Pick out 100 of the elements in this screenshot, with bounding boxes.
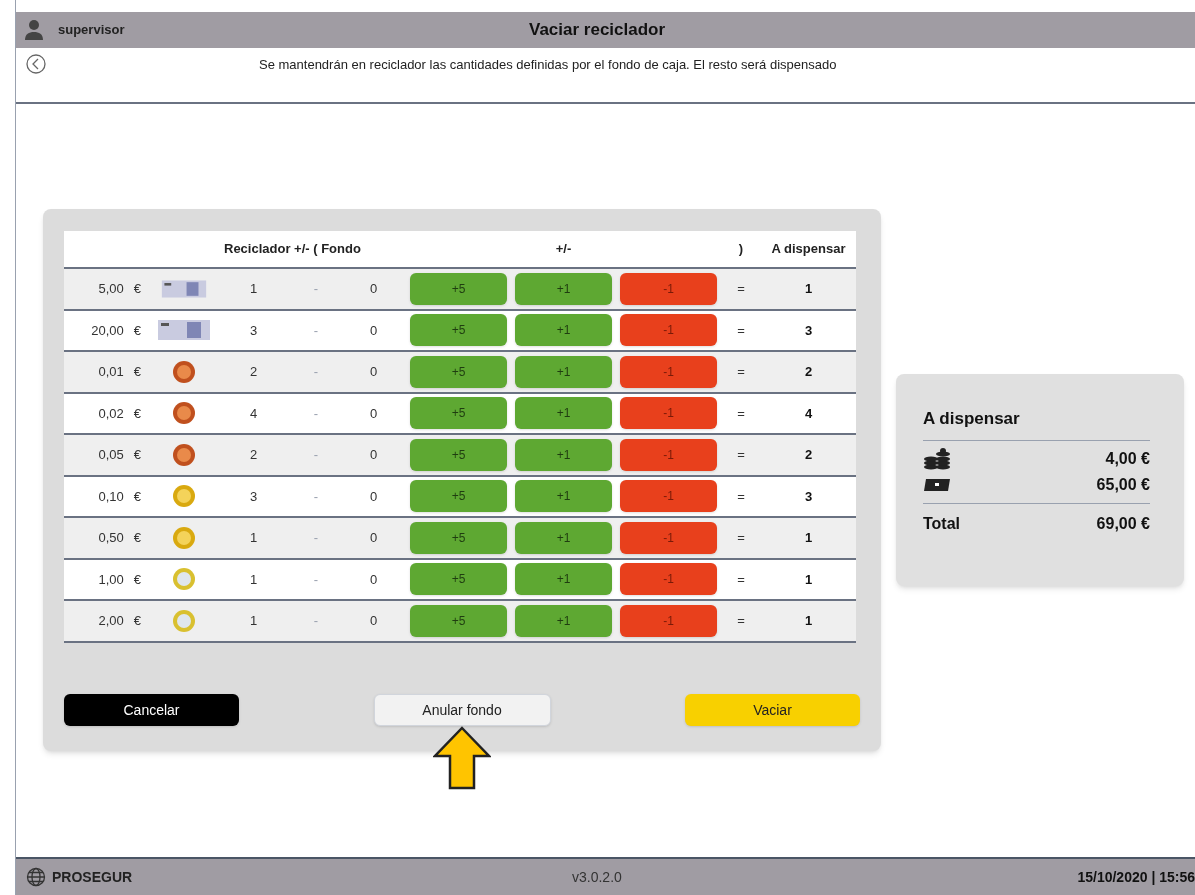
fund-count: 0: [368, 321, 379, 340]
plus-one-button[interactable]: +1: [515, 563, 612, 596]
minus-one-button[interactable]: -1: [620, 604, 717, 637]
denomination-value: 2,00: [98, 612, 124, 630]
equals-sign: =: [736, 487, 746, 506]
equals-sign: =: [736, 321, 746, 340]
version-label: v3.0.2.0: [572, 867, 622, 887]
fund-count: 0: [368, 487, 379, 506]
plus-five-button[interactable]: +5: [410, 355, 507, 388]
separator-text: -: [312, 612, 320, 630]
coin-icon: [171, 359, 196, 384]
recycler-count: 1: [248, 570, 259, 589]
total-label: Total: [923, 513, 961, 534]
coin-icon: [171, 442, 196, 467]
banknote-icon: [156, 318, 211, 343]
plus-one-button[interactable]: +1: [515, 521, 612, 554]
currency-symbol: €: [133, 612, 141, 630]
separator-text: -: [312, 404, 320, 423]
recycler-count: 4: [248, 404, 259, 423]
dispense-count: 4: [803, 404, 814, 423]
minus-one-button[interactable]: -1: [620, 480, 717, 513]
recycler-count: 2: [248, 446, 259, 464]
separator-text: -: [312, 570, 320, 589]
separator-text: -: [312, 487, 320, 506]
arrow-annotation-icon: [433, 726, 491, 790]
currency-symbol: €: [133, 363, 141, 381]
plus-one-button[interactable]: +1: [515, 438, 612, 471]
fund-count: 0: [368, 570, 379, 589]
currency-symbol: €: [133, 529, 141, 547]
plus-five-button[interactable]: +5: [410, 480, 507, 513]
column-header: A dispensar: [770, 240, 847, 259]
dispense-count: 2: [803, 446, 814, 464]
plus-one-button[interactable]: +1: [515, 397, 612, 430]
minus-one-button[interactable]: -1: [620, 355, 717, 388]
recycler-count: 1: [248, 529, 259, 547]
info-message: Se mantendrán en reciclador las cantidades definidas por el fondo de caja. El resto será dispensado: [259, 56, 837, 74]
coins-amount: 4,00 €: [1105, 448, 1150, 469]
fund-count: 0: [368, 363, 379, 381]
banknotes-icon: [923, 476, 951, 493]
plus-five-button[interactable]: +5: [410, 272, 507, 305]
separator-text: -: [312, 321, 320, 340]
date-time: 15/10/2020 | 15:56: [1077, 867, 1195, 887]
recycler-count: 2: [248, 363, 259, 381]
cancel-button[interactable]: Cancelar: [64, 694, 239, 726]
notes-amount: 65,00 €: [1096, 474, 1150, 495]
coin-icon: [171, 567, 196, 592]
fund-count: 0: [368, 280, 379, 298]
currency-symbol: €: [133, 487, 141, 506]
column-header: ): [737, 240, 745, 259]
currency-symbol: €: [133, 321, 141, 340]
plus-five-button[interactable]: +5: [410, 604, 507, 637]
fund-count: 0: [368, 404, 379, 423]
plus-one-button[interactable]: +1: [515, 480, 612, 513]
column-header: +/-: [554, 240, 573, 259]
plus-five-button[interactable]: +5: [410, 438, 507, 471]
plus-five-button[interactable]: +5: [410, 314, 507, 347]
dispense-count: 1: [803, 570, 814, 589]
user-icon: [24, 19, 44, 41]
plus-one-button[interactable]: +1: [515, 355, 612, 388]
dispense-count: 3: [803, 321, 814, 340]
minus-one-button[interactable]: -1: [620, 272, 717, 305]
minus-one-button[interactable]: -1: [620, 314, 717, 347]
minus-one-button[interactable]: -1: [620, 397, 717, 430]
fund-count: 0: [368, 612, 379, 630]
back-button[interactable]: [26, 54, 46, 74]
minus-one-button[interactable]: -1: [620, 521, 717, 554]
currency-symbol: €: [133, 570, 141, 589]
dispense-count: 2: [803, 363, 814, 381]
plus-five-button[interactable]: +5: [410, 397, 507, 430]
minus-one-button[interactable]: -1: [620, 563, 717, 596]
equals-sign: =: [736, 446, 746, 464]
separator-text: -: [312, 529, 320, 547]
coin-icon: [171, 608, 196, 633]
empty-button[interactable]: Vaciar: [685, 694, 860, 726]
window-title: Vaciar reciclador: [529, 19, 666, 42]
minus-one-button[interactable]: -1: [620, 438, 717, 471]
fund-count: 0: [368, 529, 379, 547]
plus-one-button[interactable]: +1: [515, 272, 612, 305]
currency-symbol: €: [133, 404, 141, 423]
plus-one-button[interactable]: +1: [515, 604, 612, 637]
denomination-value: 20,00: [91, 321, 124, 340]
brand-name: PROSEGUR: [52, 867, 133, 887]
recycler-count: 3: [248, 487, 259, 506]
plus-five-button[interactable]: +5: [410, 521, 507, 554]
dispense-count: 1: [803, 280, 814, 298]
reset-fund-button[interactable]: Anular fondo: [373, 694, 551, 726]
currency-symbol: €: [133, 446, 141, 464]
coin-icon: [171, 401, 196, 426]
separator-text: -: [312, 446, 320, 464]
currency-symbol: €: [133, 280, 141, 298]
dispense-count: 1: [803, 529, 814, 547]
equals-sign: =: [736, 570, 746, 589]
coins-icon: [923, 447, 951, 470]
plus-five-button[interactable]: +5: [410, 563, 507, 596]
denomination-value: 5,00: [98, 280, 124, 298]
equals-sign: =: [736, 280, 746, 298]
denomination-value: 0,05: [98, 446, 124, 464]
globe-icon: [26, 867, 46, 887]
plus-one-button[interactable]: +1: [515, 314, 612, 347]
recycler-count: 3: [248, 321, 259, 340]
